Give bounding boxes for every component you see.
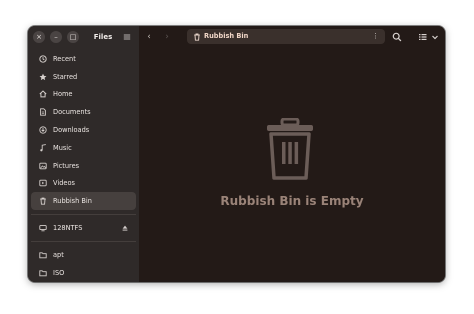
sidebar-item-documents[interactable]: Documents — [31, 103, 136, 121]
sidebar-item-pictures[interactable]: Pictures — [31, 157, 136, 175]
sidebar-item-label: Videos — [53, 179, 75, 188]
folder-icon — [36, 251, 50, 259]
sidebar-item-downloads[interactable]: Downloads — [31, 121, 136, 139]
sidebar-item-apt[interactable]: apt — [31, 246, 136, 264]
minimize-button[interactable]: – — [50, 31, 62, 43]
path-menu-button[interactable]: ⋮ — [372, 29, 379, 44]
sidebar-item-rubbish-bin[interactable]: Rubbish Bin — [31, 192, 136, 211]
download-icon — [36, 126, 50, 134]
sidebar-item-starred[interactable]: Starred — [31, 68, 136, 86]
star-icon — [36, 73, 50, 81]
sidebar-item-128ntfs[interactable]: 128NTFS — [31, 219, 136, 237]
close-button[interactable]: × — [33, 31, 45, 43]
empty-state-text: Rubbish Bin is Empty — [220, 194, 364, 208]
list-view-icon[interactable] — [418, 32, 428, 42]
picture-icon — [36, 162, 50, 170]
folder-icon — [36, 269, 50, 277]
sidebar-item-label: apt — [53, 250, 64, 259]
sidebar-item-iso[interactable]: ISO — [31, 264, 136, 282]
forward-button[interactable]: › — [161, 30, 173, 44]
sidebar-item-label: Recent — [53, 54, 76, 63]
files-window: × – □ Files Recent Starred Home Document… — [28, 26, 445, 282]
sidebar-item-label: Documents — [53, 108, 91, 117]
places-list: Recent Starred Home Documents Downloads … — [28, 50, 139, 282]
sidebar-item-videos[interactable]: Videos — [31, 175, 136, 193]
sidebar-item-label: Rubbish Bin — [53, 197, 92, 206]
back-button[interactable]: ‹ — [143, 30, 155, 44]
sidebar: × – □ Files Recent Starred Home Document… — [28, 26, 139, 282]
sidebar-item-label: Pictures — [53, 161, 80, 170]
sidebar-item-music[interactable]: Music — [31, 139, 136, 157]
trash-icon — [36, 197, 50, 205]
video-icon — [36, 179, 50, 187]
chevron-down-icon[interactable] — [431, 32, 439, 42]
eject-icon[interactable] — [121, 224, 129, 232]
drive-icon — [36, 224, 50, 232]
path-label: Rubbish Bin — [204, 32, 249, 40]
sidebar-header: × – □ Files — [28, 26, 139, 48]
sidebar-item-label: Downloads — [53, 126, 90, 135]
sidebar-item-label: 128NTFS — [53, 224, 83, 233]
clock-icon — [36, 55, 50, 63]
sidebar-separator — [31, 214, 136, 216]
search-icon[interactable] — [392, 32, 402, 42]
sidebar-separator — [31, 240, 136, 242]
hamburger-menu-icon[interactable] — [122, 31, 132, 43]
trash-bin-icon — [265, 118, 315, 180]
sidebar-item-label: ISO — [53, 268, 65, 277]
sidebar-item-label: Starred — [53, 72, 78, 81]
maximize-button[interactable]: □ — [67, 31, 79, 43]
main-view: ‹ › Rubbish Bin ⋮ Rubbish Bin is Empty — [139, 26, 445, 282]
path-bar[interactable]: Rubbish Bin ⋮ — [187, 29, 385, 44]
music-icon — [36, 144, 50, 152]
document-icon — [36, 108, 50, 116]
home-icon — [36, 90, 50, 98]
sidebar-item-label: Music — [53, 143, 72, 152]
sidebar-item-recent[interactable]: Recent — [31, 50, 136, 68]
sidebar-item-label: Home — [53, 90, 73, 99]
app-title: Files — [93, 33, 113, 41]
sidebar-item-home[interactable]: Home — [31, 86, 136, 104]
trash-icon — [193, 33, 201, 41]
